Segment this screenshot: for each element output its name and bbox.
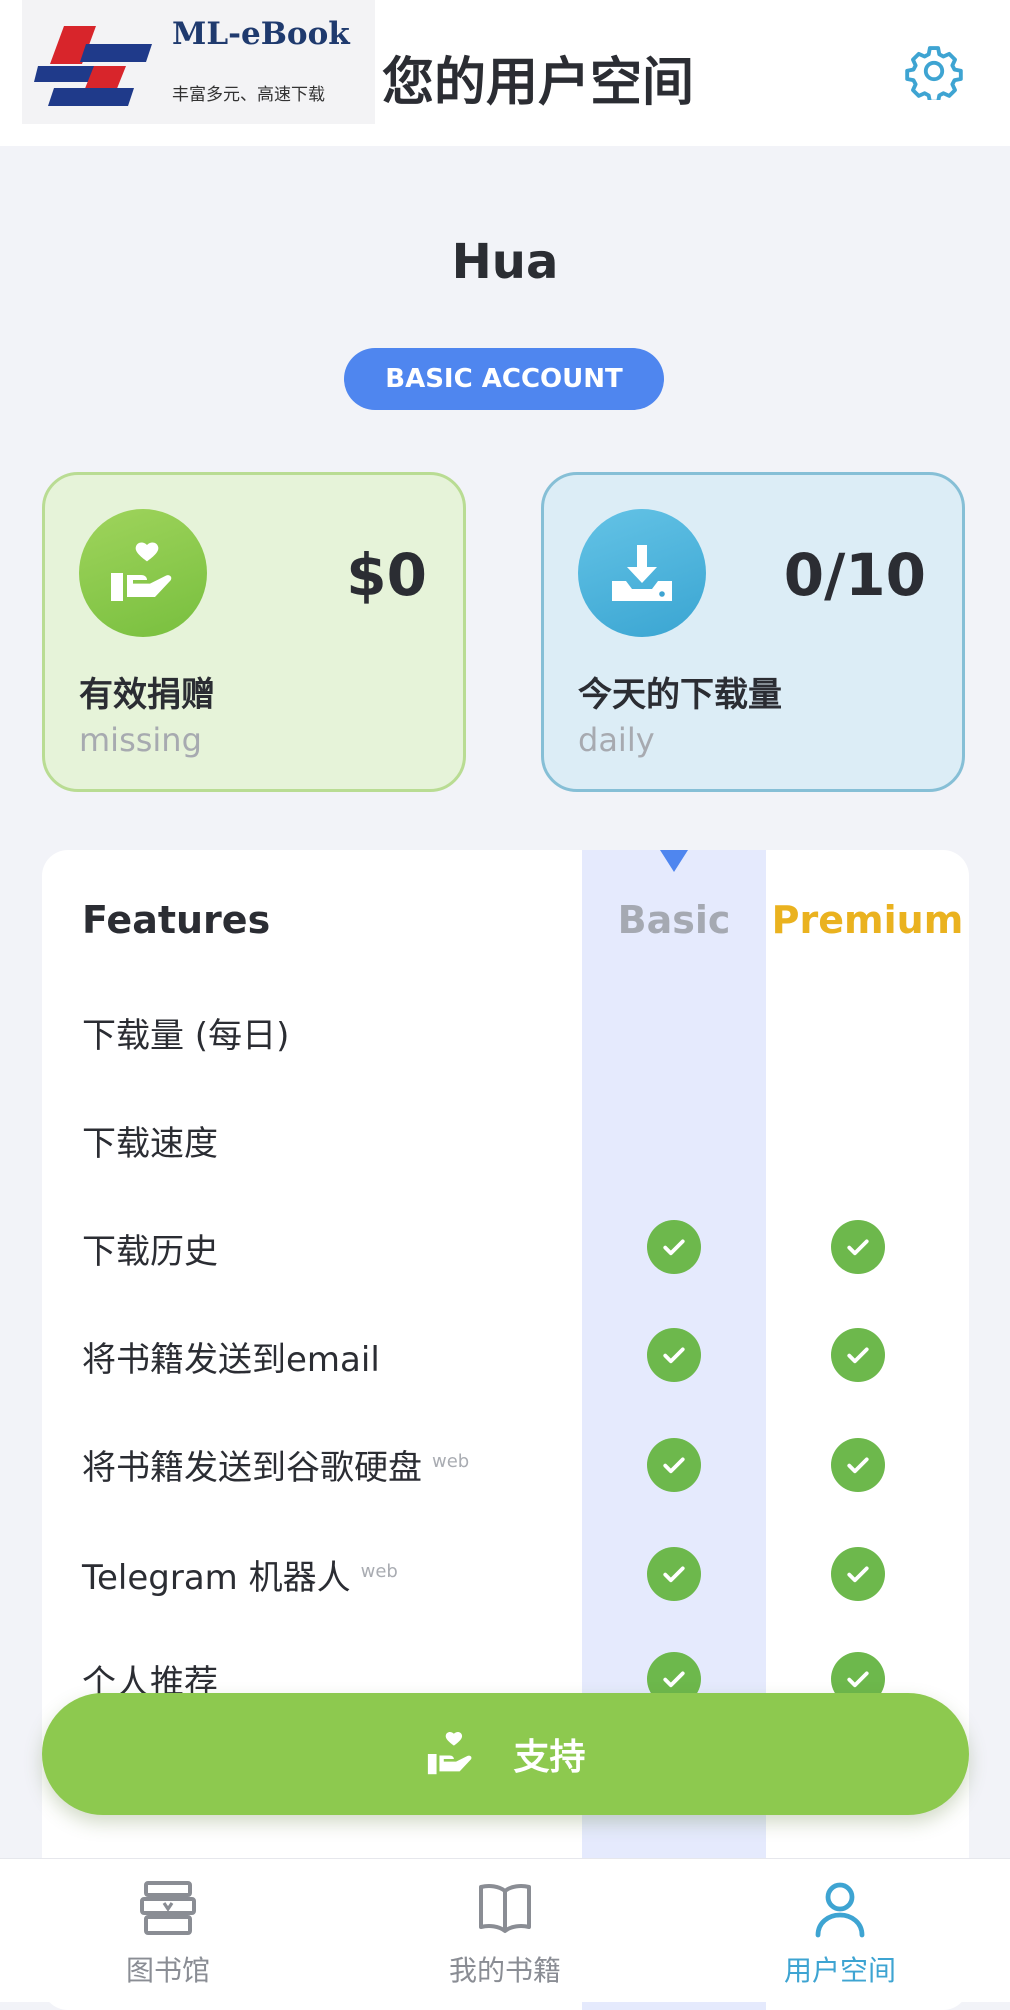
bottom-navigation: 图书馆 我的书籍 用户空间 — [0, 1858, 1010, 2002]
downloads-count: 0/10 — [783, 541, 926, 609]
downloads-card: 0/10 今天的下载量 daily — [541, 472, 965, 792]
support-button[interactable]: 支持 — [42, 1693, 969, 1815]
basic-check-icon — [647, 1328, 701, 1382]
gear-icon — [905, 46, 963, 104]
username: Hua — [451, 234, 559, 290]
downloads-label: 今天的下载量 — [578, 675, 782, 715]
downloads-period: daily — [578, 721, 655, 759]
ml-ebook-logo-icon — [34, 26, 152, 106]
nav-library-label: 图书馆 — [125, 1954, 210, 1987]
premium-check-icon — [831, 1328, 885, 1382]
features-table: Features Basic Premium 下载量 (每日) 下载速度 下载历… — [42, 850, 969, 2010]
support-button-label: 支持 — [513, 1737, 586, 1778]
user-icon — [815, 1882, 865, 1938]
nav-user-space-label: 用户空间 — [783, 1954, 896, 1987]
settings-button[interactable] — [905, 42, 963, 104]
download-tray-icon — [612, 545, 672, 601]
basic-column-header: Basic — [617, 898, 731, 942]
nav-my-books-label: 我的书籍 — [448, 1954, 561, 1987]
donation-card: $0 有效捐赠 missing — [42, 472, 466, 792]
premium-column-header: Premium — [771, 898, 964, 942]
donate-hand-heart-icon — [428, 1731, 472, 1775]
feature-row-label: 下载量 (每日) — [82, 1016, 290, 1056]
downloads-icon-circle — [578, 509, 706, 637]
header: ML-eBook 丰富多元、高速下载 您的用户空间 — [0, 0, 1010, 146]
platform-tag: web — [432, 1450, 470, 1472]
logo-tagline: 丰富多元、高速下载 — [172, 85, 325, 105]
basic-check-icon — [647, 1220, 701, 1274]
donation-status: missing — [79, 721, 202, 759]
feature-row-label: Telegram 机器人 web — [82, 1558, 398, 1598]
features-heading: Features — [82, 898, 271, 942]
brand-logo: ML-eBook 丰富多元、高速下载 — [22, 0, 375, 124]
donation-amount: $0 — [346, 541, 427, 609]
current-plan-marker-icon — [660, 850, 688, 872]
premium-check-icon — [831, 1547, 885, 1601]
feature-row-label: 将书籍发送到谷歌硬盘 web — [82, 1448, 470, 1488]
account-type-badge: BASIC ACCOUNT — [344, 348, 664, 410]
donation-icon-circle — [79, 509, 207, 637]
premium-check-icon — [831, 1438, 885, 1492]
logo-name: ML-eBook — [172, 16, 350, 52]
basic-check-icon — [647, 1438, 701, 1492]
nav-library[interactable]: 图书馆 — [58, 1879, 278, 1989]
feature-row-label: 下载速度 — [82, 1124, 218, 1164]
platform-tag: web — [360, 1560, 398, 1582]
nav-my-books[interactable]: 我的书籍 — [395, 1879, 615, 1989]
basic-column-highlight — [582, 850, 766, 2010]
open-book-icon — [479, 1884, 531, 1933]
donation-label: 有效捐赠 — [79, 675, 215, 715]
nav-user-space[interactable]: 用户空间 — [730, 1879, 950, 1989]
feature-row-label: 将书籍发送到email — [82, 1340, 380, 1380]
basic-check-icon — [647, 1547, 701, 1601]
page-title: 您的用户空间 — [382, 53, 695, 113]
library-books-icon — [140, 1881, 196, 1935]
premium-check-icon — [831, 1220, 885, 1274]
feature-row-label: 下载历史 — [82, 1232, 218, 1272]
donate-hand-heart-icon — [111, 542, 172, 601]
